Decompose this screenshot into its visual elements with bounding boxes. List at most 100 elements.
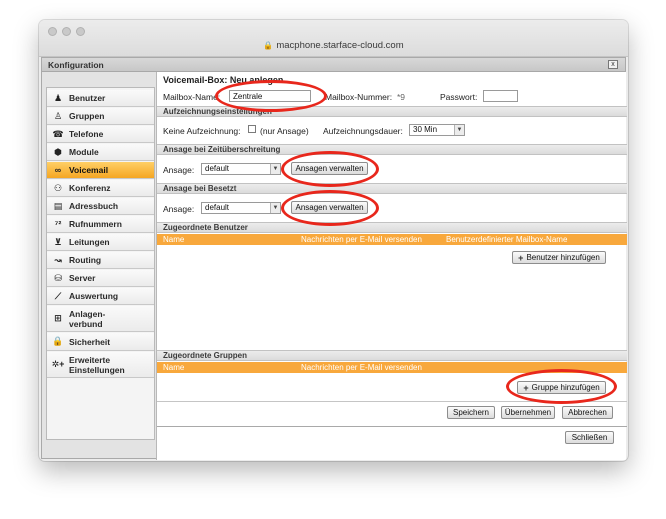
close-window-icon[interactable] bbox=[48, 27, 57, 36]
no-recording-label: Keine Aufzeichnung: bbox=[163, 126, 241, 136]
address-bar[interactable]: 🔒 macphone.starface-cloud.com bbox=[39, 40, 628, 51]
user-icon: ♟ bbox=[53, 92, 63, 103]
save-button[interactable]: Speichern bbox=[447, 406, 495, 419]
mailbox-number-label: Mailbox-Nummer: bbox=[325, 92, 393, 102]
password-input[interactable] bbox=[483, 90, 518, 102]
mailbox-number-value: *9 bbox=[397, 92, 406, 102]
dialog-close-button[interactable]: x bbox=[608, 60, 618, 69]
users-col-mailbox-name[interactable]: Benutzerdefinierter Mailbox-Name bbox=[446, 234, 567, 245]
add-user-button[interactable]: + Benutzer hinzufügen bbox=[512, 251, 606, 264]
sidebar-item-label: Module bbox=[69, 147, 99, 157]
no-recording-checkbox[interactable] bbox=[248, 125, 256, 133]
configuration-dialog: Konfiguration x ♟ Benutzer ♙ Gruppen ☎ Telefo… bbox=[41, 57, 627, 460]
sidebar-item-label: Leitungen bbox=[69, 237, 110, 247]
server-icon: ⛁ bbox=[54, 272, 62, 283]
busy-announcement-select[interactable]: default ▼ bbox=[201, 202, 281, 214]
lines-icon: ⊻ bbox=[54, 236, 62, 247]
group-icon: ♙ bbox=[53, 110, 63, 121]
lock-icon: 🔒 bbox=[52, 336, 64, 346]
sidebar-item-label: Rufnummern bbox=[69, 219, 122, 229]
sidebar-item-benutzer[interactable]: ♟ Benutzer bbox=[47, 90, 154, 107]
sidebar-item-routing[interactable]: ↝ Routing bbox=[47, 252, 154, 269]
close-button[interactable]: Schließen bbox=[565, 431, 614, 444]
busy-announcement-label: Ansage: bbox=[163, 204, 195, 214]
busy-manage-announcements-button[interactable]: Ansagen verwalten bbox=[291, 201, 368, 214]
page-title: Voicemail-Box: Neu anlegen bbox=[163, 75, 284, 85]
timeout-announcement-value: default bbox=[205, 164, 230, 173]
sidebar-item-label: Server bbox=[69, 273, 96, 283]
url-text: macphone.starface-cloud.com bbox=[276, 40, 404, 51]
dialog-header: Konfiguration x bbox=[42, 58, 625, 72]
sidebar-item-label: Routing bbox=[69, 255, 102, 265]
timeout-announcement-label: Ansage: bbox=[163, 165, 195, 175]
add-group-button[interactable]: + Gruppe hinzufügen bbox=[517, 381, 606, 394]
users-section-header: Zugeordnete Benutzer bbox=[157, 222, 627, 233]
browser-titlebar: 🔒 macphone.starface-cloud.com bbox=[39, 20, 628, 57]
timeout-section-header: Ansage bei Zeitüberschreitung bbox=[157, 144, 627, 155]
lock-icon: 🔒 bbox=[263, 41, 274, 50]
sidebar-item-adressbuch[interactable]: ▤ Adressbuch bbox=[47, 198, 154, 215]
sidebar-item-label: Sicherheit bbox=[69, 336, 111, 347]
footer-divider bbox=[157, 426, 627, 427]
users-col-name[interactable]: Name bbox=[163, 234, 184, 245]
sidebar-item-rufnummern[interactable]: ⁷² Rufnummern bbox=[47, 216, 154, 233]
sidebar-item-label: Anlagen- verbund bbox=[69, 308, 106, 329]
sidebar-item-auswertung[interactable]: ⟋ Auswertung bbox=[47, 288, 154, 305]
settings-icon: ✲+ bbox=[51, 359, 65, 369]
users-col-email[interactable]: Nachrichten per E-Mail versenden bbox=[301, 234, 422, 245]
groups-section-header: Zugeordnete Gruppen bbox=[157, 350, 627, 361]
users-table-header: Name Nachrichten per E-Mail versenden Be… bbox=[157, 234, 627, 245]
plus-icon: + bbox=[518, 252, 524, 263]
sidebar-item-telefone[interactable]: ☎ Telefone bbox=[47, 126, 154, 143]
dialog-title: Konfiguration bbox=[48, 60, 104, 70]
add-user-label: Benutzer hinzufügen bbox=[526, 253, 600, 262]
timeout-manage-announcements-button[interactable]: Ansagen verwalten bbox=[291, 162, 368, 175]
recording-duration-value: 30 Min bbox=[413, 125, 438, 134]
sidebar-item-label: Erweiterte Einstellungen bbox=[69, 354, 125, 375]
routing-icon: ↝ bbox=[54, 254, 62, 265]
sidebar-item-module[interactable]: ⬢ Module bbox=[47, 144, 154, 161]
recording-duration-label: Aufzeichnungsdauer: bbox=[323, 126, 403, 136]
addressbook-icon: ▤ bbox=[53, 200, 63, 211]
plus-icon: + bbox=[523, 382, 529, 393]
mailbox-name-input[interactable] bbox=[229, 90, 311, 102]
busy-announcement-value: default bbox=[205, 203, 230, 212]
chevron-down-icon: ▼ bbox=[270, 203, 280, 213]
sidebar-nav: ♟ Benutzer ♙ Gruppen ☎ Telefone ⬢ Module ∞ Voicem… bbox=[46, 87, 155, 440]
actions-divider bbox=[157, 401, 627, 402]
numbers-icon: ⁷² bbox=[54, 219, 62, 229]
add-group-label: Gruppe hinzufügen bbox=[531, 383, 600, 392]
minimize-window-icon[interactable] bbox=[62, 27, 71, 36]
sidebar-item-server[interactable]: ⛁ Server bbox=[47, 270, 154, 287]
groups-col-email[interactable]: Nachrichten per E-Mail versenden bbox=[301, 362, 422, 373]
zoom-window-icon[interactable] bbox=[76, 27, 85, 36]
chevron-down-icon: ▼ bbox=[270, 164, 280, 174]
busy-section-header: Ansage bei Besetzt bbox=[157, 183, 627, 194]
sidebar-item-voicemail[interactable]: ∞ Voicemail bbox=[47, 162, 154, 179]
module-icon: ⬢ bbox=[54, 146, 62, 157]
apply-button[interactable]: Übernehmen bbox=[501, 406, 555, 419]
sidebar-item-label: Gruppen bbox=[69, 111, 105, 121]
sidebar-item-erweiterte[interactable]: ✲+ Erweiterte Einstellungen bbox=[47, 352, 154, 378]
sidebar-item-sicherheit[interactable]: 🔒 Sicherheit bbox=[47, 333, 154, 351]
network-icon: ⊞ bbox=[54, 313, 62, 323]
groups-table-header: Name Nachrichten per E-Mail versenden bbox=[157, 362, 627, 373]
sidebar-item-label: Konferenz bbox=[69, 183, 111, 193]
recording-duration-select[interactable]: 30 Min ▼ bbox=[409, 124, 465, 136]
phone-icon: ☎ bbox=[52, 128, 64, 139]
main-panel: Voicemail-Box: Neu anlegen Mailbox-Name:… bbox=[156, 72, 627, 460]
sidebar-item-konferenz[interactable]: ⚇ Konferenz bbox=[47, 180, 154, 197]
cancel-button[interactable]: Abbrechen bbox=[562, 406, 613, 419]
sidebar-item-gruppen[interactable]: ♙ Gruppen bbox=[47, 108, 154, 125]
timeout-announcement-select[interactable]: default ▼ bbox=[201, 163, 281, 175]
voicemail-icon: ∞ bbox=[54, 165, 62, 175]
sidebar-item-leitungen[interactable]: ⊻ Leitungen bbox=[47, 234, 154, 251]
groups-col-name[interactable]: Name bbox=[163, 362, 184, 373]
conference-icon: ⚇ bbox=[53, 182, 63, 193]
browser-window: 🔒 macphone.starface-cloud.com Konfigurati… bbox=[39, 20, 628, 461]
only-announcement-label: (nur Ansage) bbox=[260, 126, 309, 136]
chart-icon: ⟋ bbox=[54, 290, 62, 301]
chevron-down-icon: ▼ bbox=[454, 125, 464, 135]
sidebar-item-label: Auswertung bbox=[69, 291, 119, 301]
sidebar-item-anlagen[interactable]: ⊞ Anlagen- verbund bbox=[47, 306, 154, 332]
